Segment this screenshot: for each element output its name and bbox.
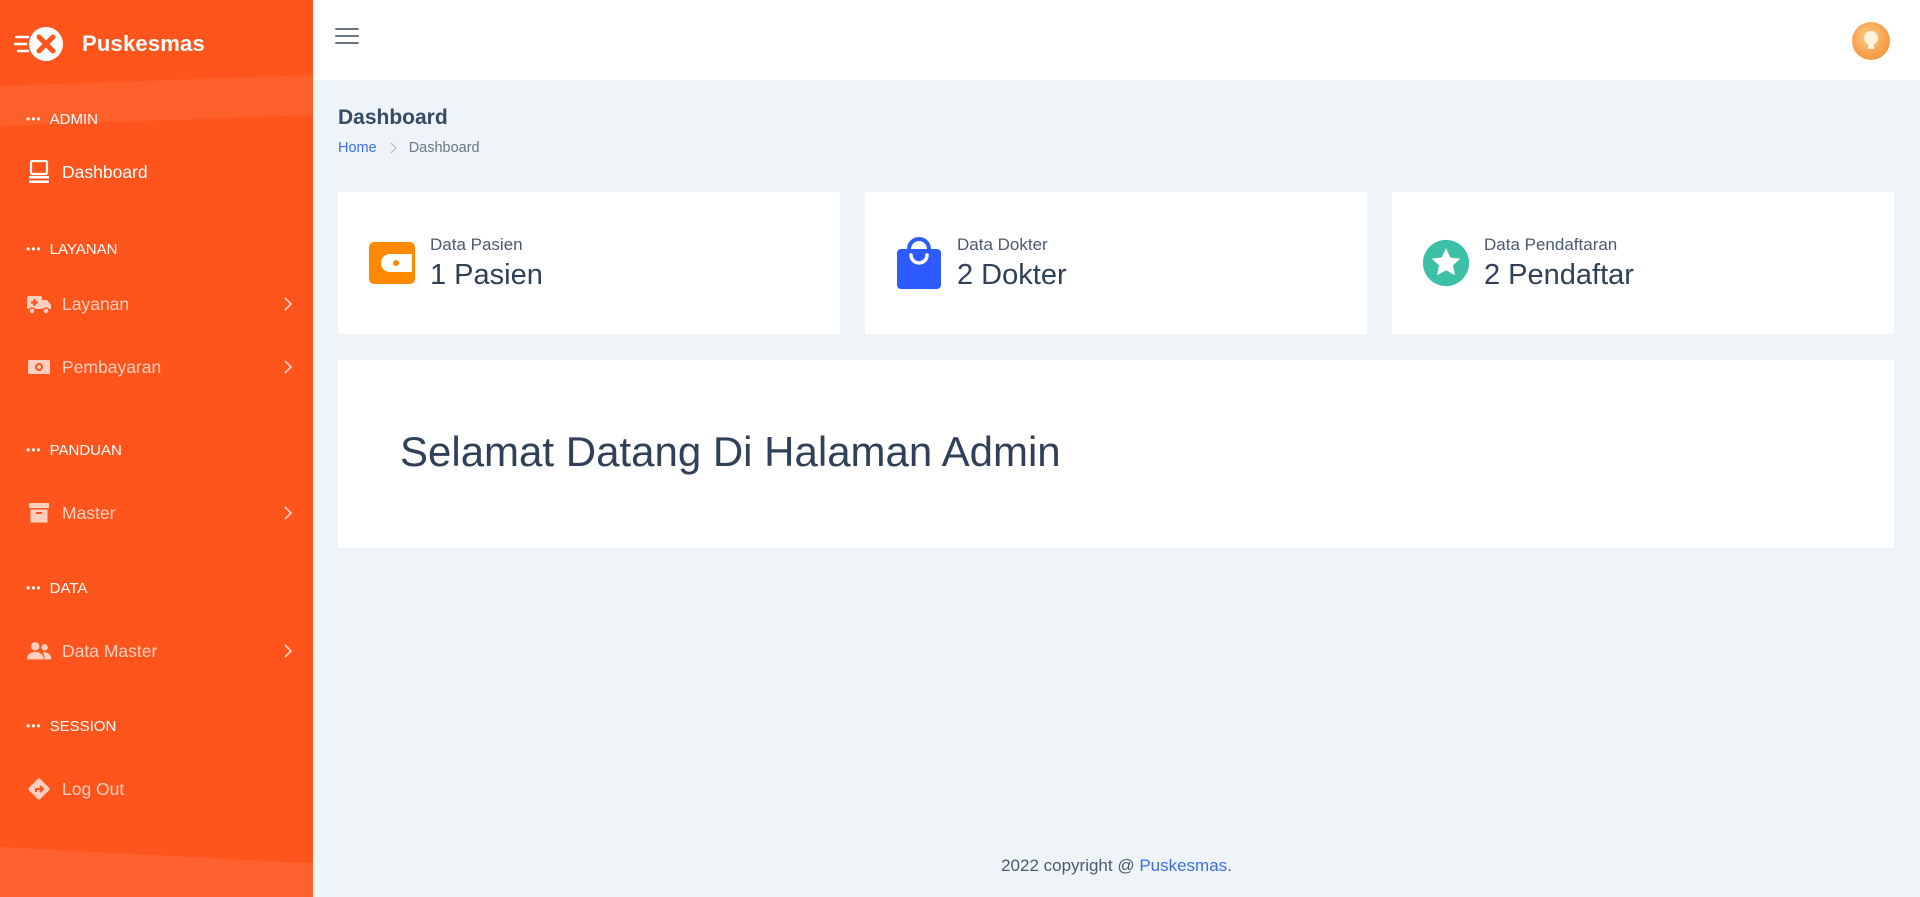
logout-icon [26,776,52,802]
dots-icon: ••• [26,719,42,733]
stat-label: Data Pasien [430,234,523,254]
laptop-icon [26,159,52,185]
money-icon [26,354,52,380]
footer-end: . [1227,856,1232,875]
chevron-right-icon [284,360,293,374]
ambulance-icon [26,291,52,317]
stat-card-pendaftaran[interactable]: Data Pendaftaran 2 Pendaftar [1392,192,1894,334]
sidebar-item-master[interactable]: Master [0,493,313,533]
sidebar-item-dashboard[interactable]: Dashboard [0,152,313,192]
footer: 2022 copyright @ Puskesmas. [313,856,1920,876]
sidebar-item-pembayaran[interactable]: Pembayaran [0,347,313,387]
section-label: ADMIN [49,110,98,128]
stat-value: 2 Dokter [957,258,1067,291]
stat-card-pasien[interactable]: Data Pasien 1 Pasien [338,192,840,334]
sidebar-item-label: Dashboard [62,161,148,182]
welcome-title: Selamat Datang Di Halaman Admin [400,428,1061,475]
chevron-right-icon [284,297,293,311]
brand[interactable]: Puskesmas [0,0,313,88]
sidebar-item-logout[interactable]: Log Out [0,769,313,809]
welcome-panel: Selamat Datang Di Halaman Admin [338,360,1894,548]
wallet-icon [368,237,416,289]
section-session: ••• SESSION [0,715,313,737]
sidebar-item-label: Layanan [62,293,130,314]
menu-toggle-icon[interactable] [335,28,359,46]
sidebar-item-label: Data Master [62,640,158,661]
section-label: SESSION [49,717,117,735]
section-label: LAYANAN [49,240,118,258]
dots-icon: ••• [26,581,42,595]
stat-value: 2 Pendaftar [1484,258,1634,291]
stat-value: 1 Pasien [430,258,543,291]
footer-link[interactable]: Puskesmas [1139,856,1227,875]
section-admin: ••• ADMIN [0,108,313,130]
dots-icon: ••• [26,443,42,457]
sidebar-item-layanan[interactable]: Layanan [0,284,313,324]
chevron-right-icon [284,644,293,658]
chevron-right-icon [284,506,293,520]
avatar[interactable] [1852,22,1890,60]
topbar [313,0,1920,80]
star-icon [1422,237,1470,289]
users-icon [26,638,52,664]
bulb-icon [1864,31,1878,49]
section-layanan: ••• LAYANAN [0,238,313,260]
section-label: DATA [49,579,88,597]
sidebar-item-label: Log Out [62,778,125,799]
footer-text: 2022 copyright @ [1001,856,1140,875]
breadcrumb-home-link[interactable]: Home [338,140,377,156]
chevron-right-icon [390,142,397,154]
stat-card-dokter[interactable]: Data Dokter 2 Dokter [865,192,1367,334]
section-panduan: ••• PANDUAN [0,439,313,461]
section-label: PANDUAN [49,441,122,459]
logo-icon [14,27,63,61]
stat-label: Data Dokter [957,234,1048,254]
shopping-bag-icon [895,237,943,289]
sidebar-item-label: Pembayaran [62,356,162,377]
section-data: ••• DATA [0,577,313,599]
sidebar: Puskesmas ••• ADMIN Dashboard ••• LAYANA… [0,0,313,897]
sidebar-item-data-master[interactable]: Data Master [0,631,313,671]
dots-icon: ••• [26,242,42,256]
breadcrumb: Home Dashboard [338,140,480,156]
stat-label: Data Pendaftaran [1484,234,1618,254]
brand-name: Puskesmas [82,31,205,56]
sidebar-item-label: Master [62,502,116,523]
archive-icon [26,500,52,526]
breadcrumb-current: Dashboard [408,140,480,156]
dots-icon: ••• [26,112,42,126]
page-title: Dashboard [338,106,448,129]
